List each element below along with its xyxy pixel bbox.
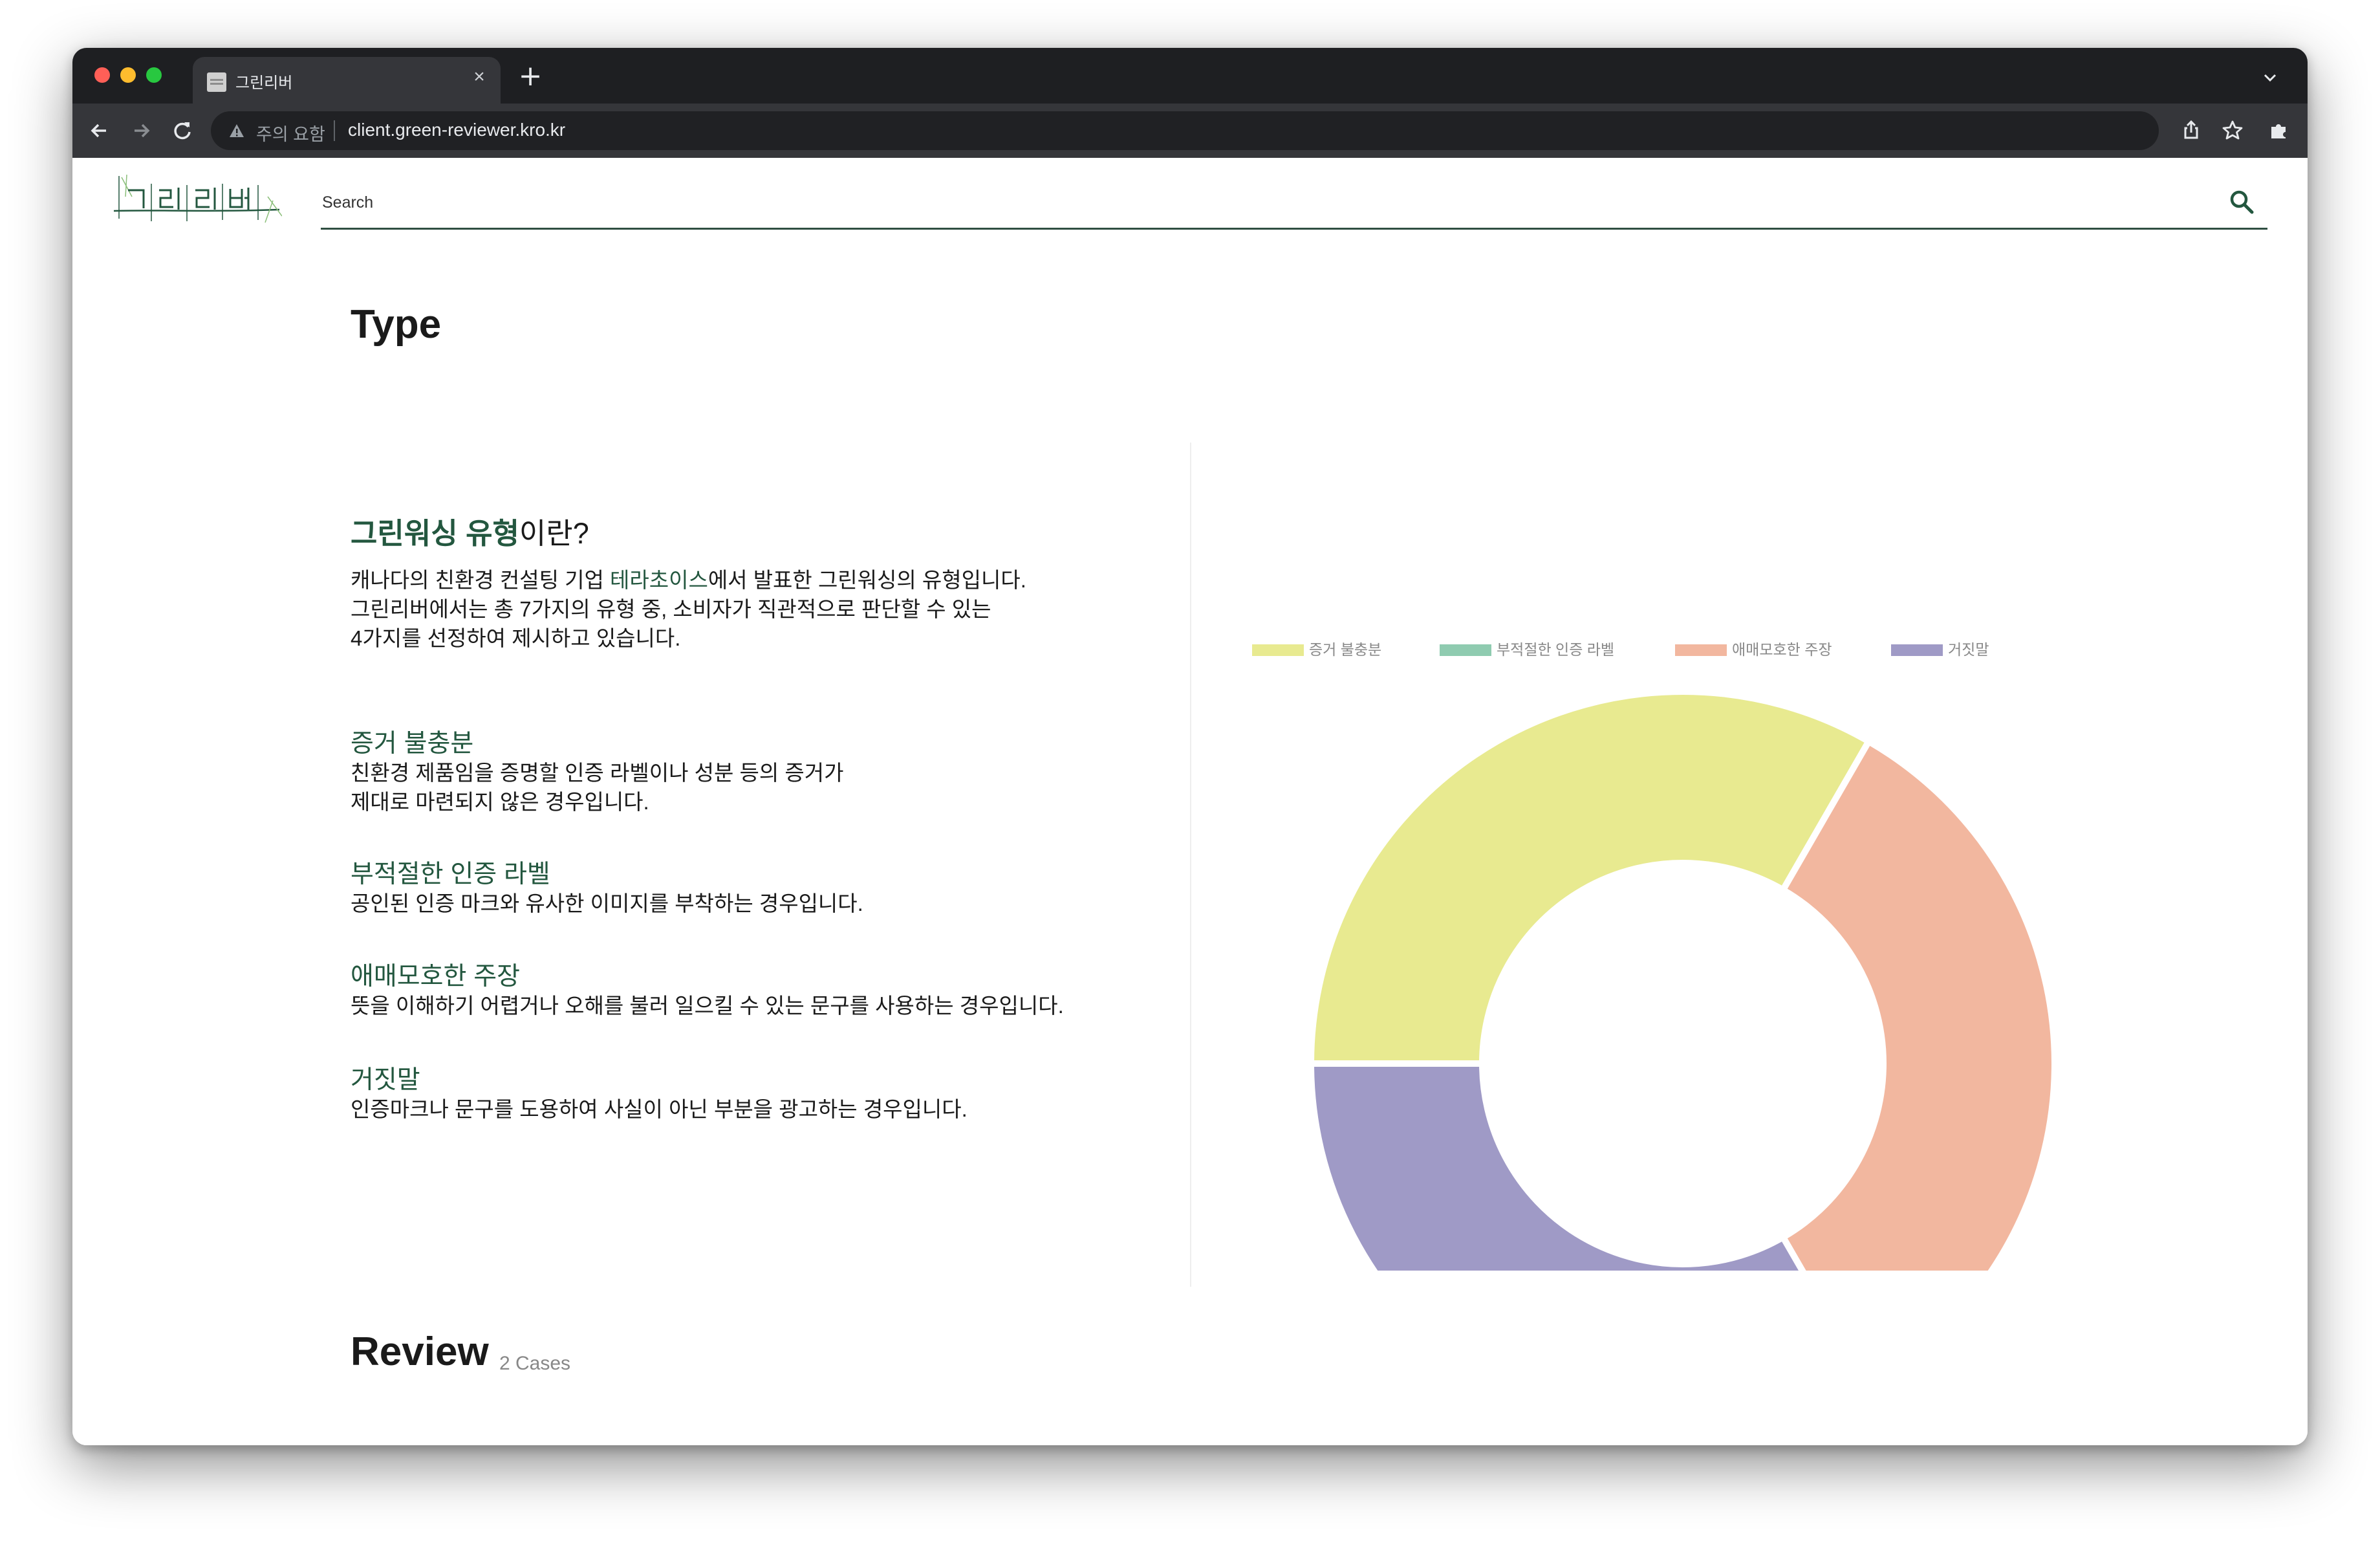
tab-title: 그린리버 — [235, 74, 293, 92]
legend-label: 애매모호한 주장 — [1732, 641, 1832, 658]
legend-swatch — [1891, 644, 1943, 656]
type-desc-line: 친환경 제품임을 증명할 인증 라벨이나 성분 등의 증거가 — [351, 761, 844, 785]
address-separator — [334, 120, 335, 141]
legend-label: 거짓말 — [1948, 641, 1989, 658]
search-input[interactable] — [321, 189, 2199, 216]
type-name-lie: 거짓말 — [351, 1066, 420, 1094]
terrachoice-link[interactable]: 테라초이스 — [610, 568, 708, 592]
close-window-button[interactable] — [94, 67, 110, 83]
intro-description: 캐나다의 친환경 컨설팅 기업 테라초이스에서 발표한 그린워싱의 유형입니다.… — [351, 565, 1026, 653]
legend-label: 부적절한 인증 라벨 — [1497, 641, 1614, 658]
type-desc-line: 인증마크나 문구를 도용하여 사실이 아닌 부분을 광고하는 경우입니다. — [351, 1097, 968, 1121]
forward-arrow-icon[interactable] — [127, 116, 155, 145]
type-desc-improper-label: 공인된 인증 마크와 유사한 이미지를 부착하는 경우입니다. — [351, 889, 863, 918]
intro-line-3: 4가지를 선정하여 제시하고 있습니다. — [351, 626, 681, 650]
type-desc-insufficient-evidence: 친환경 제품임을 증명할 인증 라벨이나 성분 등의 증거가 제대로 마련되지 … — [351, 758, 843, 816]
section-title-type: Type — [351, 302, 442, 347]
intro-line-1-pre: 캐나다의 친환경 컨설팅 기업 — [351, 568, 610, 592]
warning-triangle-icon[interactable] — [228, 122, 246, 140]
legend-label: 증거 불충분 — [1309, 641, 1381, 658]
intro-line-1-post: 에서 발표한 그린워싱의 유형입니다. — [708, 568, 1026, 592]
legend-item[interactable]: 애매모호한 주장 — [1675, 641, 1832, 658]
tab-strip: 그린리버 × + — [72, 48, 2308, 104]
new-tab-button[interactable]: + — [516, 62, 545, 91]
greenreviewer-logo[interactable] — [113, 171, 282, 229]
greenwashing-type-donut-chart: 증거 불충분 부적절한 인증 라벨 애매모호한 주장 거짓말 — [1252, 641, 2058, 1271]
type-desc-line: 공인된 인증 마크와 유사한 이미지를 부착하는 경우입니다. — [351, 891, 863, 915]
intro-line-1: 캐나다의 친환경 컨설팅 기업 테라초이스에서 발표한 그린워싱의 유형입니다. — [351, 565, 1026, 595]
content-divider — [1190, 443, 1191, 1287]
reload-icon[interactable] — [168, 116, 197, 145]
type-name-insufficient-evidence: 증거 불충분 — [351, 730, 474, 758]
minimize-window-button[interactable] — [120, 67, 136, 83]
donut-slice[interactable] — [1779, 737, 2058, 1271]
zoom-window-button[interactable] — [146, 67, 162, 83]
intro-title-rest: 이란? — [519, 517, 589, 550]
intro-title: 그린워싱 유형이란? — [351, 510, 589, 552]
address-bar[interactable]: 주의 요함 client.green-reviewer.kro.kr — [211, 111, 2159, 150]
browser-tab[interactable]: 그린리버 × — [193, 57, 501, 104]
url-text[interactable]: client.green-reviewer.kro.kr — [348, 120, 565, 140]
type-name-improper-label: 부적절한 인증 라벨 — [351, 860, 550, 888]
security-status-label[interactable]: 주의 요함 — [256, 120, 325, 146]
share-icon[interactable] — [2177, 116, 2205, 145]
legend-swatch — [1675, 644, 1727, 656]
legend-item[interactable]: 증거 불충분 — [1252, 641, 1381, 658]
intro-title-highlight: 그린워싱 유형 — [351, 517, 519, 550]
tab-search-chevron-icon[interactable] — [2258, 66, 2282, 89]
type-desc-vague-claim: 뜻을 이해하기 어렵거나 오해를 불러 일으킬 수 있는 문구를 사용하는 경우… — [351, 991, 1064, 1020]
search-icon[interactable] — [2229, 189, 2255, 215]
search-underline — [321, 228, 2267, 230]
browser-window: 그린리버 × + 주의 요함 client.green-reviewer.kro… — [72, 48, 2308, 1445]
type-desc-line: 제대로 마련되지 않은 경우입니다. — [351, 790, 649, 814]
type-desc-lie: 인증마크나 문구를 도용하여 사실이 아닌 부분을 광고하는 경우입니다. — [351, 1095, 968, 1124]
section-title-review: Review — [351, 1329, 489, 1374]
web-page: Type 그린워싱 유형이란? 캐나다의 친환경 컨설팅 기업 테라초이스에서 … — [72, 158, 2308, 1445]
type-desc-line: 뜻을 이해하기 어렵거나 오해를 불러 일으킬 수 있는 문구를 사용하는 경우… — [351, 994, 1064, 1018]
search-bar — [321, 164, 2267, 230]
browser-toolbar: 주의 요함 client.green-reviewer.kro.kr — [72, 104, 2308, 158]
bookmark-star-icon[interactable] — [2218, 116, 2247, 145]
type-name-vague-claim: 애매모호한 주장 — [351, 963, 520, 990]
legend-swatch — [1440, 644, 1491, 656]
tab-favicon-icon — [207, 72, 226, 92]
legend-item[interactable]: 부적절한 인증 라벨 — [1440, 641, 1614, 658]
legend-item[interactable]: 거짓말 — [1891, 641, 1989, 658]
back-arrow-icon[interactable] — [85, 116, 114, 145]
legend-swatch — [1252, 644, 1304, 656]
extensions-puzzle-icon[interactable] — [2265, 116, 2293, 145]
donut-slice[interactable] — [1307, 688, 1874, 1067]
review-count: 2 Cases — [499, 1353, 571, 1374]
tab-close-icon[interactable]: × — [468, 66, 490, 88]
intro-line-2: 그린리버에서는 총 7가지의 유형 중, 소비자가 직관적으로 판단할 수 있는 — [351, 597, 991, 621]
side-panel-icon[interactable] — [2305, 116, 2308, 145]
donut-slice[interactable] — [1307, 1060, 1869, 1271]
